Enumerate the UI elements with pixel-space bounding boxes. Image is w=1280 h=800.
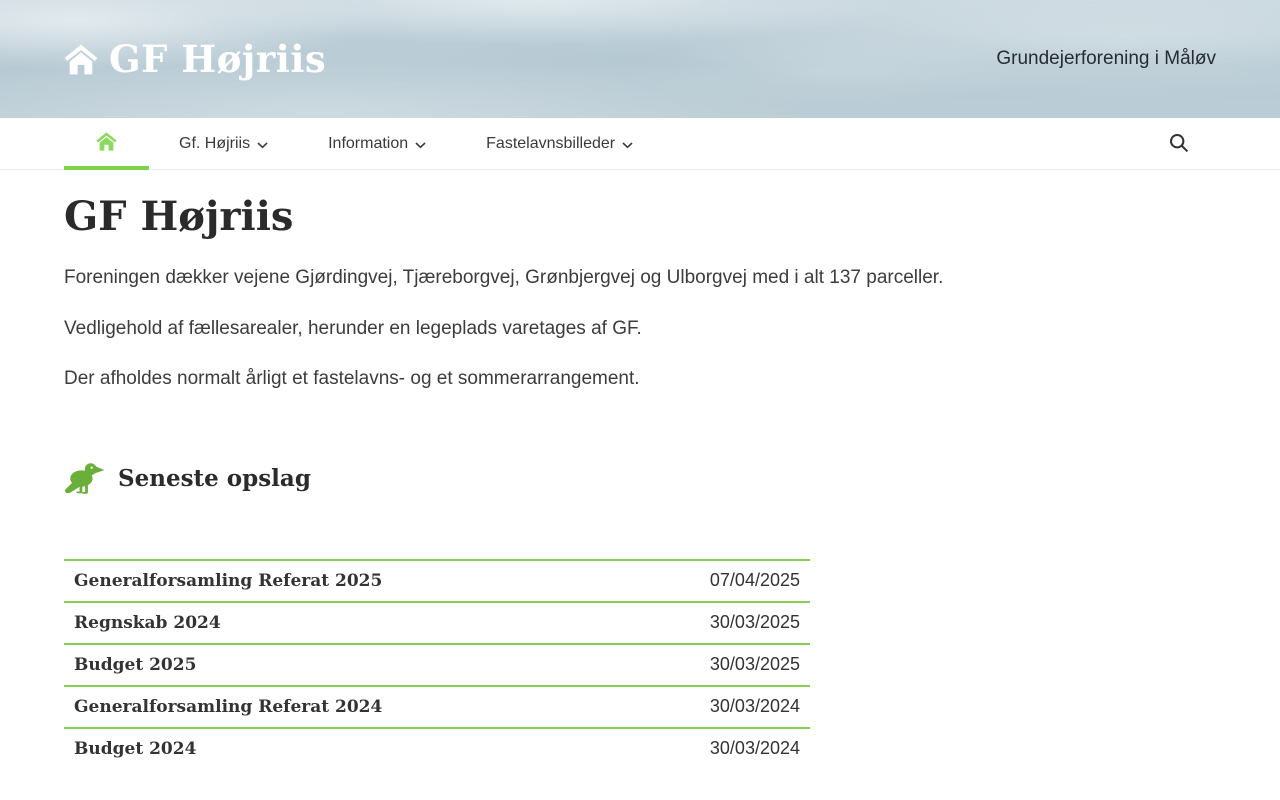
post-title: Budget 2024 xyxy=(74,738,197,759)
intro-paragraph: Der afholdes normalt årligt et fastelavn… xyxy=(64,368,640,390)
intro-paragraph: Foreningen dækker vejene Gjørdingvej, Tj… xyxy=(64,267,944,288)
nav-item-label: Information xyxy=(328,135,409,152)
post-row[interactable]: Regnskab 2024 30/03/2025 xyxy=(64,600,810,643)
nav-item-information[interactable]: Information xyxy=(298,118,456,170)
nav-item-label: Gf. Højriis xyxy=(179,135,251,152)
post-row[interactable]: Budget 2025 30/03/2025 xyxy=(64,642,810,685)
post-row[interactable]: Generalforsamling Referat 2024 30/03/202… xyxy=(64,684,810,727)
search-button[interactable] xyxy=(1156,118,1202,170)
site-title: GF Højriis xyxy=(109,37,327,81)
chevron-down-icon xyxy=(257,136,268,154)
nav-item-label: Fastelavnsbilleder xyxy=(486,135,616,152)
house-icon xyxy=(64,44,98,75)
post-date: 30/03/2024 xyxy=(709,696,800,717)
intro-paragraph: Vedligehold af fællesarealer, herunder e… xyxy=(64,317,642,339)
main-navigation: Gf. Højriis Information Fastelavnsbilled… xyxy=(0,118,1280,170)
post-date: 30/03/2025 xyxy=(709,612,800,633)
post-title: Budget 2025 xyxy=(74,654,197,675)
post-date: 30/03/2025 xyxy=(709,654,800,675)
post-date: 07/04/2025 xyxy=(709,570,800,591)
post-title: Generalforsamling Referat 2025 xyxy=(74,570,383,591)
house-icon xyxy=(96,132,117,156)
intro-text: Foreningen dækker vejene Gjørdingvej, Tj… xyxy=(64,264,1216,393)
chevron-down-icon xyxy=(622,136,633,154)
latest-posts-heading: Seneste opslag xyxy=(64,461,1216,496)
post-title: Regnskab 2024 xyxy=(74,612,221,633)
post-row[interactable]: Generalforsamling Referat 2025 07/04/202… xyxy=(64,558,810,601)
latest-posts-title: Seneste opslag xyxy=(118,464,311,492)
nav-item-fastelavnsbilleder[interactable]: Fastelavnsbilleder xyxy=(456,118,663,170)
post-row[interactable]: Budget 2024 30/03/2024 xyxy=(64,726,810,769)
crow-icon xyxy=(64,461,105,496)
page-title: GF Højriis xyxy=(64,193,294,240)
chevron-down-icon xyxy=(415,136,426,154)
main-content: GF Højriis Foreningen dækker vejene Gjør… xyxy=(0,194,1280,769)
latest-posts-table: Generalforsamling Referat 2025 07/04/202… xyxy=(64,558,810,769)
search-icon xyxy=(1168,132,1190,157)
post-title: Generalforsamling Referat 2024 xyxy=(74,696,383,717)
site-header: GF Højriis Grundejerforening i Måløv xyxy=(0,0,1280,118)
nav-item-gf-hojriis[interactable]: Gf. Højriis xyxy=(149,118,298,170)
nav-item-home[interactable] xyxy=(64,118,149,170)
post-date: 30/03/2024 xyxy=(709,738,800,759)
site-logo[interactable]: GF Højriis xyxy=(64,37,326,81)
site-tagline: Grundejerforening i Måløv xyxy=(996,48,1216,69)
